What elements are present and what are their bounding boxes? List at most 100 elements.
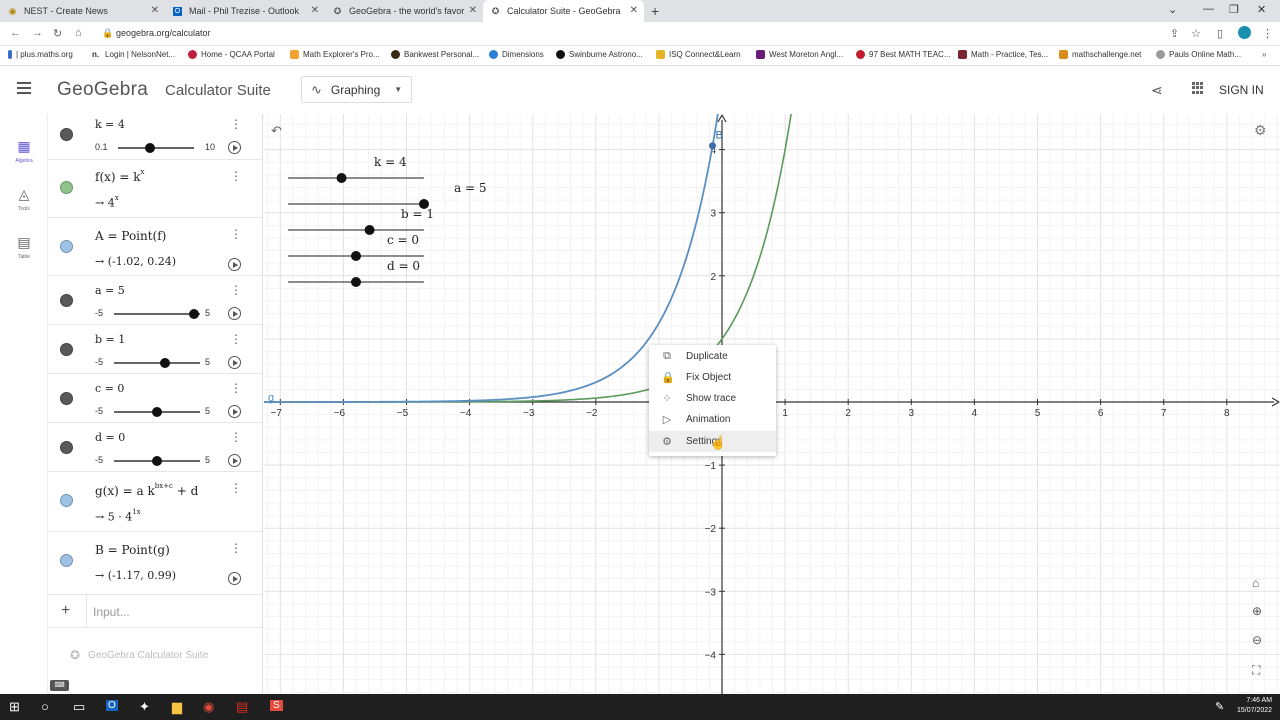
graph-slider-knob[interactable] <box>351 251 361 261</box>
back-icon[interactable]: ← <box>10 27 21 39</box>
bookmark[interactable]: West Moreton Angl... <box>756 50 843 59</box>
tab-search-icon[interactable]: ⌄ <box>1168 3 1177 16</box>
visibility-toggle[interactable] <box>60 240 73 253</box>
expression[interactable]: B = Point(g) <box>95 543 170 557</box>
maximize-icon[interactable]: ❐ <box>1229 3 1239 16</box>
menu-item-fix-object[interactable]: 🔒 Fix Object <box>649 367 776 388</box>
bookmark[interactable]: Math Explorer's Pro... <box>290 50 380 59</box>
bookmark[interactable]: n. Login | NelsonNet... <box>92 50 175 59</box>
fullscreen-icon[interactable]: ⛶ <box>1252 663 1260 678</box>
algebra-row-f[interactable]: f(x) = kx ⋮ → 4x <box>48 160 263 218</box>
more-options-icon[interactable]: ⋮ <box>230 170 242 182</box>
algebra-row-g[interactable]: g(x) = a kbx+c + d ⋮ → 5 · 41x <box>48 472 263 532</box>
expression[interactable]: d = 0 <box>95 431 125 444</box>
slider-knob[interactable] <box>160 358 170 368</box>
expression[interactable]: f(x) = kx <box>95 168 144 184</box>
expression[interactable]: c = 0 <box>95 382 124 395</box>
visibility-toggle[interactable] <box>60 181 73 194</box>
graph-slider-knob[interactable] <box>351 277 361 287</box>
slider-knob[interactable] <box>152 456 162 466</box>
menu-item-animation[interactable]: ▷ Animation <box>649 409 776 430</box>
visibility-toggle[interactable] <box>60 441 73 454</box>
visibility-toggle[interactable] <box>60 343 73 356</box>
rail-tools-button[interactable]: ◬ Tools <box>0 186 48 212</box>
close-tab-icon[interactable]: ✕ <box>468 5 477 16</box>
graph-slider-knob[interactable] <box>336 173 347 183</box>
pdf-icon[interactable]: ▤ <box>236 699 248 715</box>
reload-icon[interactable]: ↻ <box>53 27 62 40</box>
bookmark[interactable]: | plus.maths.org <box>8 50 73 59</box>
close-tab-icon[interactable]: ✕ <box>151 5 159 16</box>
rail-table-button[interactable]: ▤ Table <box>0 234 48 260</box>
app-icon[interactable]: ✦ <box>139 699 150 715</box>
slider-knob[interactable] <box>189 309 199 319</box>
more-options-icon[interactable]: ⋮ <box>230 482 242 494</box>
slider-knob[interactable] <box>145 143 155 153</box>
algebra-row-d[interactable]: d = 0 ⋮ -5 5 <box>48 423 263 472</box>
play-icon[interactable] <box>228 141 241 154</box>
play-icon[interactable] <box>228 356 241 369</box>
system-clock[interactable]: 7:46 AM 15/07/2022 <box>1237 696 1272 716</box>
browser-tab-active[interactable]: ✪ Calculator Suite - GeoGebra ✕ <box>483 0 644 22</box>
play-icon[interactable] <box>228 572 241 585</box>
search-icon[interactable]: ○ <box>41 699 49 714</box>
play-icon[interactable] <box>228 405 241 418</box>
sidebar-icon[interactable]: ▯ <box>1217 27 1223 40</box>
play-icon[interactable] <box>228 454 241 467</box>
share-icon[interactable]: ⋖ <box>1151 82 1163 99</box>
close-window-icon[interactable]: ✕ <box>1257 3 1266 16</box>
visibility-toggle[interactable] <box>60 494 73 507</box>
slider-knob[interactable] <box>152 407 162 417</box>
bookmark[interactable]: Home - QCAA Portal <box>188 50 275 59</box>
minimize-icon[interactable]: — <box>1203 3 1214 15</box>
more-options-icon[interactable]: ⋮ <box>230 333 242 345</box>
task-view-icon[interactable]: ▭ <box>73 699 85 715</box>
point-B[interactable] <box>709 142 717 150</box>
slider-track[interactable] <box>118 147 194 149</box>
zoom-out-icon[interactable]: ⊖ <box>1252 633 1262 647</box>
geogebra-logo[interactable]: GeoGebra <box>57 79 148 101</box>
algebra-row-b[interactable]: b = 1 ⋮ -5 5 <box>48 325 263 374</box>
more-options-icon[interactable]: ⋮ <box>230 284 242 296</box>
browser-tab[interactable]: ◉ NEST - Create News ✕ <box>0 0 165 22</box>
visibility-toggle[interactable] <box>60 294 73 307</box>
bookmark[interactable]: 97 Best MATH TEAC... <box>856 50 951 59</box>
more-options-icon[interactable]: ⋮ <box>230 431 242 443</box>
bookmark[interactable]: Bankwest Personal... <box>391 50 479 59</box>
rail-algebra-button[interactable]: ▦ Algebra <box>0 138 48 164</box>
algebra-row-A[interactable]: A = Point(f) ⋮ → (-1.02, 0.24) <box>48 218 263 276</box>
bookmark[interactable]: Dimensions <box>489 50 544 59</box>
windows-start-icon[interactable]: ⊞ <box>9 699 20 715</box>
keyboard-icon[interactable]: ⌨ <box>50 680 69 691</box>
bookmark[interactable]: Pauls Online Math... <box>1156 50 1241 59</box>
screencast-icon[interactable]: S <box>270 700 283 711</box>
bookmark[interactable]: Swinburne Astrono... <box>556 50 643 59</box>
more-options-icon[interactable]: ⋮ <box>230 118 242 130</box>
algebra-input[interactable]: Input... <box>93 605 130 619</box>
sign-in-button[interactable]: SIGN IN <box>1219 83 1264 97</box>
input-row[interactable]: + Input... <box>48 595 263 628</box>
suite-link[interactable]: ✪ GeoGebra Calculator Suite <box>70 648 208 662</box>
apps-grid-icon[interactable] <box>1192 82 1204 94</box>
file-explorer-icon[interactable]: ▆ <box>172 699 182 715</box>
home-icon[interactable]: ⌂ <box>75 27 82 39</box>
browser-menu-icon[interactable]: ⋮ <box>1262 27 1273 40</box>
slider-track[interactable] <box>114 362 200 364</box>
graph-slider-knob[interactable] <box>364 225 375 235</box>
share-page-icon[interactable]: ⇪ <box>1170 27 1179 40</box>
app-mode-selector[interactable]: ∿ Graphing ▼ <box>301 76 412 103</box>
expression[interactable]: g(x) = a kbx+c + d <box>95 482 198 498</box>
add-icon[interactable]: + <box>61 602 70 620</box>
graph-settings-icon[interactable]: ⚙ <box>1254 122 1267 139</box>
chrome-icon[interactable]: ◉ <box>203 699 214 715</box>
forward-icon[interactable]: → <box>32 27 43 39</box>
bookmark[interactable]: Math - Practice, Tes... <box>958 50 1048 59</box>
close-tab-icon[interactable]: ✕ <box>311 5 319 16</box>
profile-avatar[interactable] <box>1238 26 1251 39</box>
new-tab-icon[interactable]: + <box>651 3 659 19</box>
undo-icon[interactable]: ↶ <box>271 123 282 139</box>
browser-tab[interactable]: O Mail - Phil Trezise - Outlook ✕ <box>165 0 325 22</box>
url-field[interactable]: geogebra.org/calculator <box>116 28 211 38</box>
outlook-taskbar-icon[interactable]: O <box>106 700 118 711</box>
more-bookmarks-icon[interactable]: » <box>1262 50 1266 59</box>
